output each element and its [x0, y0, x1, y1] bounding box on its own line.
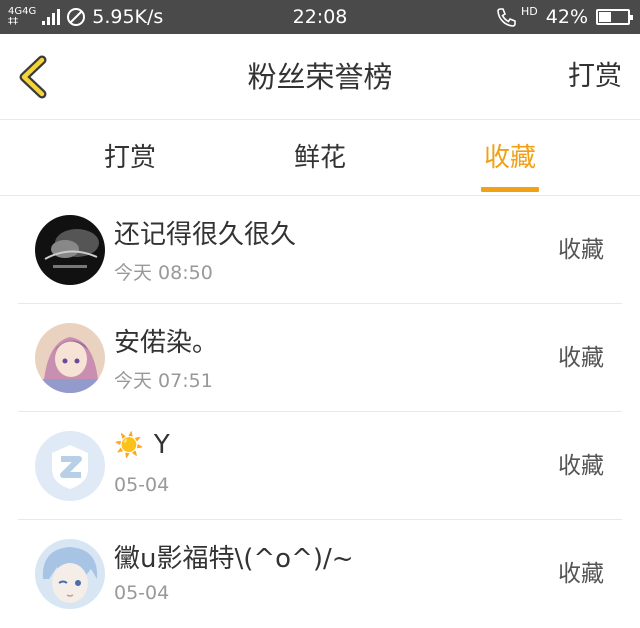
anime-girl-avatar-icon: [35, 323, 105, 393]
fan-name-text: 黴u影福特\(^o^)/~: [114, 544, 354, 574]
anime-boy-avatar-icon: [35, 539, 105, 609]
tab-flowers[interactable]: 鲜花: [270, 120, 370, 196]
page-title: 粉丝荣誉榜: [247, 60, 393, 94]
default-qq-avatar-icon: [35, 431, 105, 501]
active-tab-indicator: [481, 187, 539, 192]
list-item[interactable]: 安偌染。 今天 07:51 收藏: [18, 304, 622, 412]
fan-list: 还记得很久很久 今天 08:50 收藏 安偌染。 今天 07:51 收藏 ☀️ …: [0, 196, 640, 628]
favorite-label: 收藏: [558, 237, 604, 263]
fan-name-text: 安偌染。: [114, 328, 219, 358]
list-item[interactable]: 黴u影福特\(^o^)/~ 05-04 收藏: [18, 520, 622, 628]
status-right: HD 42%: [495, 0, 633, 34]
phone-call-icon: [497, 8, 516, 27]
tab-bar: 打赏 鲜花 收藏: [0, 120, 640, 196]
list-item[interactable]: ☀️ Y 05-04 收藏: [18, 412, 622, 520]
tab-label: 打赏: [103, 143, 156, 173]
fan-time: 05-04: [114, 474, 170, 496]
hd-label: HD: [521, 4, 538, 18]
fan-name-text: 还记得很久很久: [114, 220, 297, 250]
fan-time: 今天 08:50: [114, 262, 213, 284]
avatar[interactable]: [35, 323, 105, 393]
battery-fill: [599, 12, 611, 22]
fan-time: 05-04: [114, 582, 170, 604]
dark-photo-avatar-icon: [35, 215, 105, 285]
tab-label: 鲜花: [293, 143, 346, 173]
avatar[interactable]: [35, 539, 105, 609]
favorite-label: 收藏: [558, 561, 604, 587]
tab-favorites[interactable]: 收藏: [460, 120, 560, 196]
list-item[interactable]: 还记得很久很久 今天 08:50 收藏: [18, 196, 622, 304]
sun-emoji-icon: ☀️: [114, 431, 144, 459]
fan-name: ☀️ Y: [114, 430, 170, 460]
favorite-label: 收藏: [558, 345, 604, 371]
fan-name-text: Y: [153, 430, 170, 460]
fan-name: 还记得很久很久: [114, 214, 296, 251]
tab-reward[interactable]: 打赏: [80, 120, 180, 196]
fan-name: 安偌染。: [114, 322, 218, 359]
reward-button[interactable]: 打赏: [568, 34, 622, 120]
battery-percent: 42%: [545, 6, 588, 28]
fan-time: 今天 07:51: [114, 370, 213, 392]
tab-label: 收藏: [483, 143, 536, 173]
avatar[interactable]: [35, 215, 105, 285]
favorite-label: 收藏: [558, 453, 604, 479]
header-bar: 粉丝荣誉榜 打赏: [0, 34, 640, 120]
battery-icon: [596, 9, 633, 25]
fan-name: 黴u影福特\(^o^)/~: [114, 538, 354, 575]
status-bar: 4G4G ‡‡ 5.95K/s 22:08 HD 42%: [0, 0, 640, 34]
avatar[interactable]: [35, 431, 105, 501]
